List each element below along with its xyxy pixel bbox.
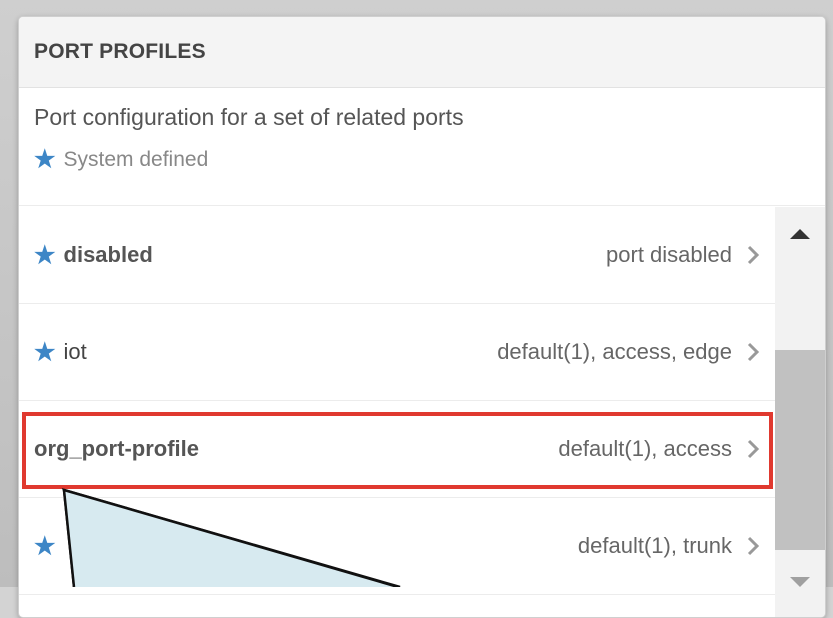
profile-name: ★ xyxy=(34,532,64,561)
chevron-right-icon xyxy=(747,536,760,556)
profile-detail-text: default(1), trunk xyxy=(577,533,732,558)
chevron-right-icon xyxy=(747,439,760,459)
profile-name-text: disabled xyxy=(63,242,153,267)
panel-title: PORT PROFILES xyxy=(19,17,825,88)
profile-detail: port disabled xyxy=(606,242,760,268)
profile-detail: default(1), access xyxy=(558,436,760,462)
profile-name-text: iot xyxy=(63,339,87,364)
star-icon: ★ xyxy=(34,146,56,173)
profile-name-text: org_port-profile xyxy=(34,436,199,461)
scroll-up-arrow-icon[interactable] xyxy=(790,229,810,239)
system-defined-star-icon: ★ xyxy=(34,532,56,560)
chevron-right-icon xyxy=(747,342,760,362)
profile-detail: default(1), trunk xyxy=(578,533,760,559)
system-defined-star-icon: ★ xyxy=(34,241,56,269)
chevron-right-icon xyxy=(747,245,760,265)
scrollbar-thumb[interactable] xyxy=(775,350,825,550)
system-defined-star-icon: ★ xyxy=(34,338,56,366)
profile-name: ★ iot xyxy=(34,338,87,367)
profile-row-trunk[interactable]: ★ default(1), trunk xyxy=(19,498,775,595)
panel-description-block: Port configuration for a set of related … xyxy=(19,88,825,206)
profile-row-iot[interactable]: ★ iot default(1), access, edge xyxy=(19,304,775,401)
panel-description: Port configuration for a set of related … xyxy=(34,104,464,130)
profile-row-org-port-profile[interactable]: org_port-profile default(1), access xyxy=(19,401,775,498)
profile-detail: default(1), access, edge xyxy=(497,339,760,365)
port-profiles-panel: PORT PROFILES Port configuration for a s… xyxy=(18,16,826,618)
list-scrollbar[interactable] xyxy=(775,207,825,617)
profile-detail-text: default(1), access xyxy=(558,436,732,461)
system-defined-legend: ★ System defined xyxy=(34,145,810,174)
profile-row-disabled[interactable]: ★ disabled port disabled xyxy=(19,207,775,304)
profile-name: org_port-profile xyxy=(34,436,199,462)
profile-detail-text: port disabled xyxy=(606,242,732,267)
profile-name: ★ disabled xyxy=(34,241,153,270)
profile-detail-text: default(1), access, edge xyxy=(497,339,732,364)
legend-label: System defined xyxy=(63,147,209,171)
profile-list: ★ disabled port disabled ★ iot default(1… xyxy=(19,207,775,595)
scroll-down-arrow-icon[interactable] xyxy=(790,577,810,587)
